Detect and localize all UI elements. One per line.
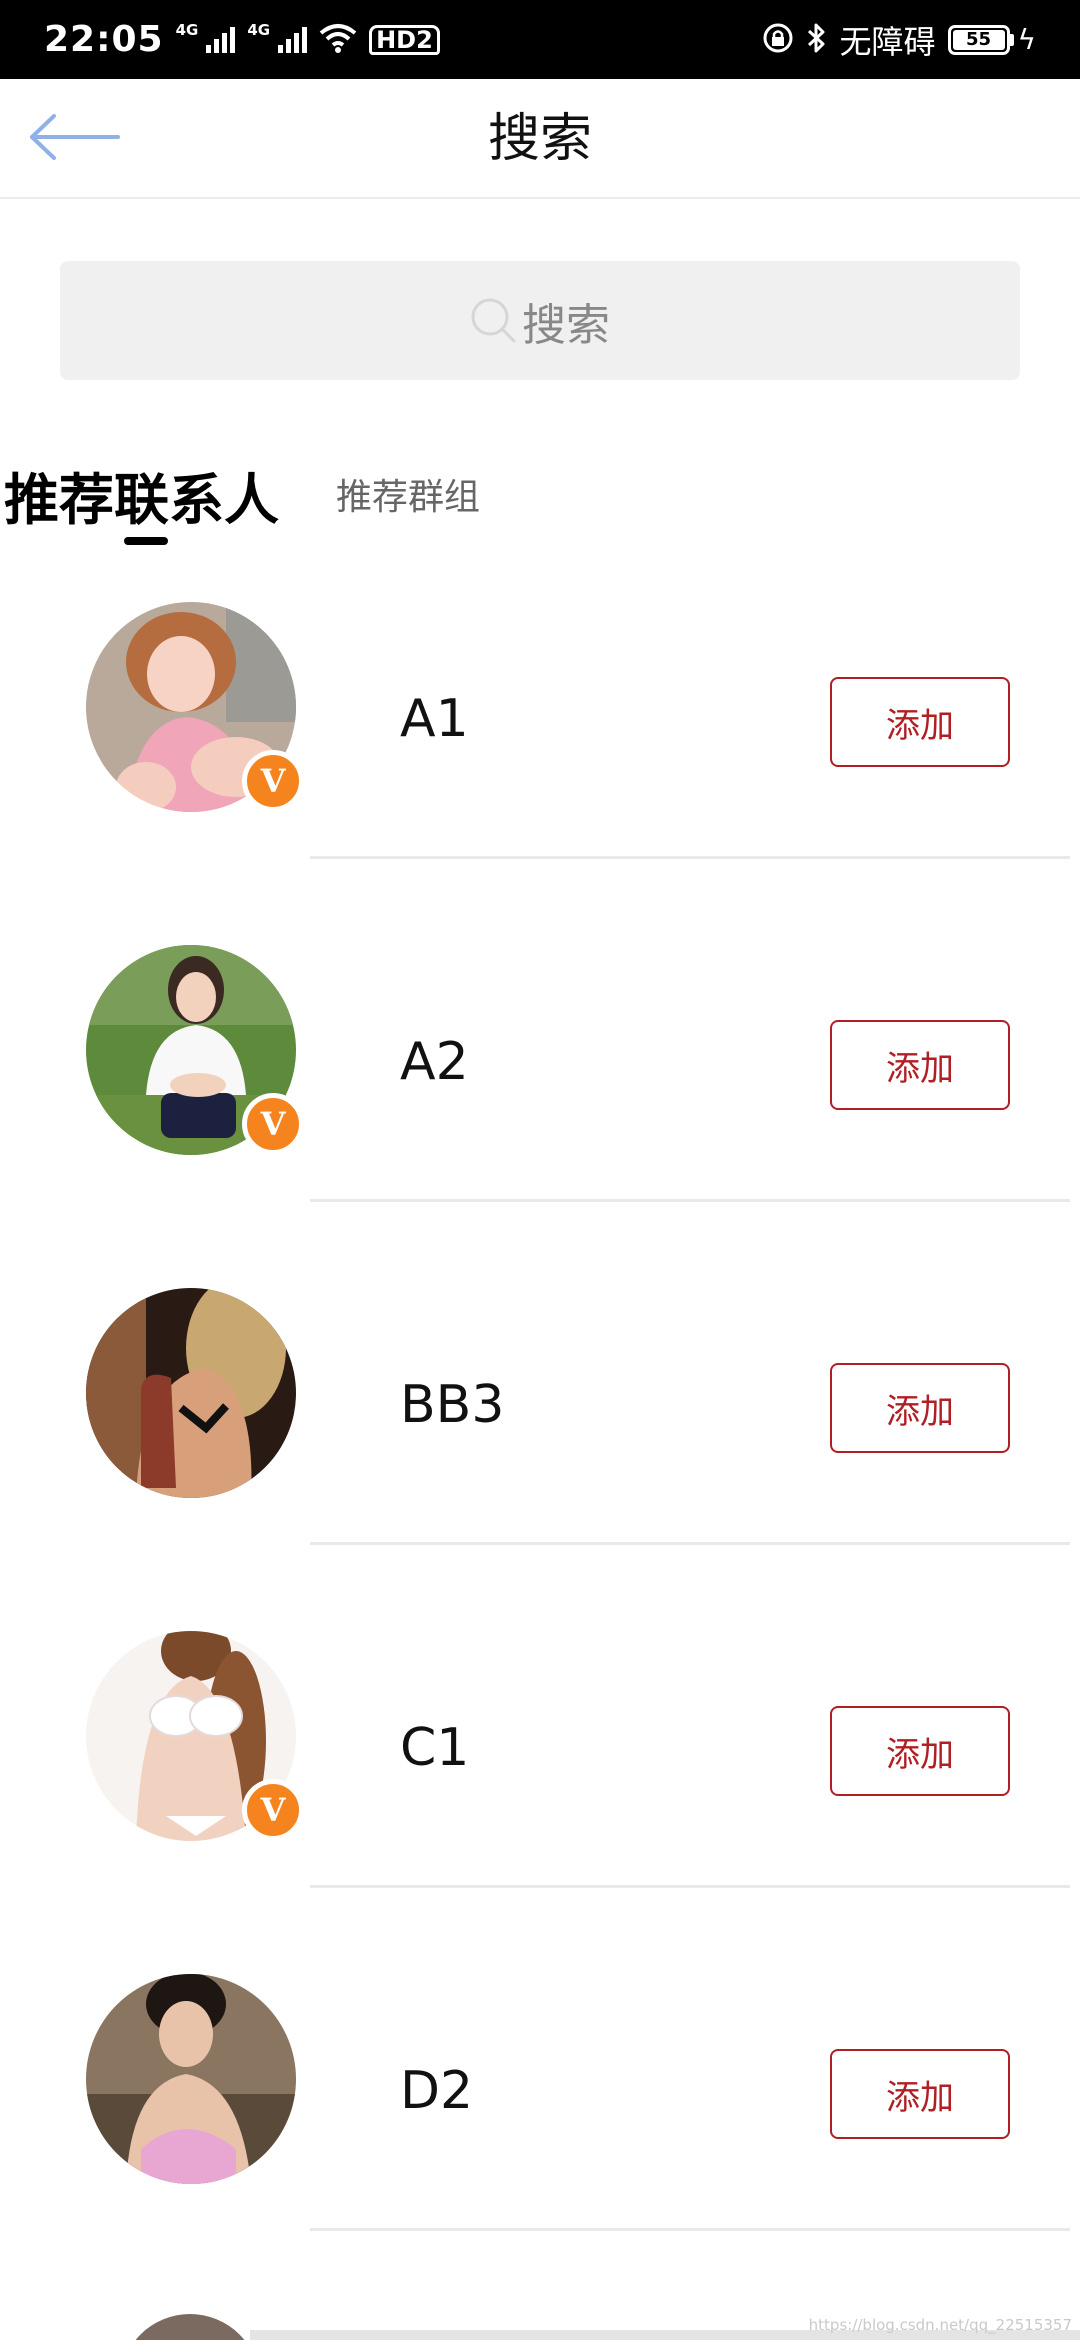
- avatar-container: V: [86, 1631, 304, 1841]
- contact-name: A2: [400, 1032, 469, 1092]
- add-contact-button[interactable]: 添加: [830, 1363, 1010, 1453]
- battery-icon: 55 ϟ: [947, 23, 1036, 56]
- hd-voice-icon: HD2: [369, 24, 440, 55]
- add-contact-button[interactable]: 添加: [830, 677, 1010, 767]
- signal-icon-1: [206, 26, 236, 53]
- network-type-1: 4G: [175, 20, 199, 39]
- charging-icon: ϟ: [1017, 23, 1036, 56]
- avatar-container: [86, 1974, 296, 2184]
- contact-name: A1: [400, 689, 469, 749]
- add-contact-button[interactable]: 添加: [830, 1706, 1010, 1796]
- status-bar: 22:05 4G 4G HD2 无障碍 55 ϟ: [0, 0, 1080, 79]
- row-divider: [310, 856, 1070, 859]
- contact-name: D2: [400, 2061, 474, 2121]
- tab-recommended-groups[interactable]: 推荐群组: [336, 468, 480, 520]
- avatar-container: [86, 1288, 296, 1498]
- watermark: https://blog.csdn.net/qq_22515357: [808, 2316, 1072, 2334]
- row-divider: [310, 1542, 1070, 1545]
- back-arrow-icon: [28, 112, 120, 166]
- status-time: 22:05: [44, 19, 164, 60]
- status-bar-left: 22:05 4G 4G HD2: [44, 19, 440, 60]
- avatar-container: V: [86, 945, 304, 1155]
- verified-badge-icon: V: [242, 750, 304, 812]
- network-type-2: 4G: [247, 20, 271, 39]
- avatar[interactable]: [86, 1974, 296, 2184]
- contact-name: BB3: [400, 1375, 505, 1435]
- accessibility-label: 无障碍: [839, 22, 936, 61]
- row-divider: [310, 2228, 1070, 2231]
- wifi-icon: [319, 23, 357, 57]
- list-item: V C1 添加: [0, 1594, 1080, 1937]
- verified-badge-icon: V: [242, 1093, 304, 1155]
- list-item: V A2 添加: [0, 908, 1080, 1251]
- avatar[interactable]: [86, 1288, 296, 1498]
- battery-level: 55: [952, 29, 1005, 50]
- signal-icon-2: [278, 26, 308, 53]
- contact-list: V A1 添加 V A2 添加 BB3 添加 V C1 添加 D2 添加: [0, 565, 1080, 2280]
- search-placeholder: 搜索: [522, 299, 610, 351]
- back-button[interactable]: [28, 109, 124, 169]
- search-input[interactable]: 搜索: [60, 261, 1020, 380]
- add-contact-button[interactable]: 添加: [830, 2049, 1010, 2139]
- search-icon: [470, 295, 518, 347]
- row-divider: [310, 1199, 1070, 1202]
- list-item: V A1 添加: [0, 565, 1080, 908]
- avatar-container: V: [86, 602, 304, 812]
- contact-name: C1: [400, 1718, 470, 1778]
- verified-badge-icon: V: [242, 1779, 304, 1841]
- lock-rotation-icon: [762, 22, 794, 58]
- app-screen: 22:05 4G 4G HD2 无障碍 55 ϟ 搜索 搜索 推荐联系人 推荐群…: [0, 0, 1080, 2340]
- status-bar-right: 无障碍 55 ϟ: [762, 17, 1036, 63]
- list-item: D2 添加: [0, 1937, 1080, 2280]
- page-title: 搜索: [487, 109, 592, 169]
- row-divider: [310, 1885, 1070, 1888]
- list-item: BB3 添加: [0, 1251, 1080, 1594]
- bluetooth-icon: [806, 22, 828, 58]
- tab-recommended-contacts[interactable]: 推荐联系人: [4, 455, 279, 535]
- nav-bar: 搜索: [0, 79, 1080, 199]
- add-contact-button[interactable]: 添加: [830, 1020, 1010, 1110]
- avatar[interactable]: [120, 2314, 260, 2340]
- active-tab-indicator: [124, 537, 168, 545]
